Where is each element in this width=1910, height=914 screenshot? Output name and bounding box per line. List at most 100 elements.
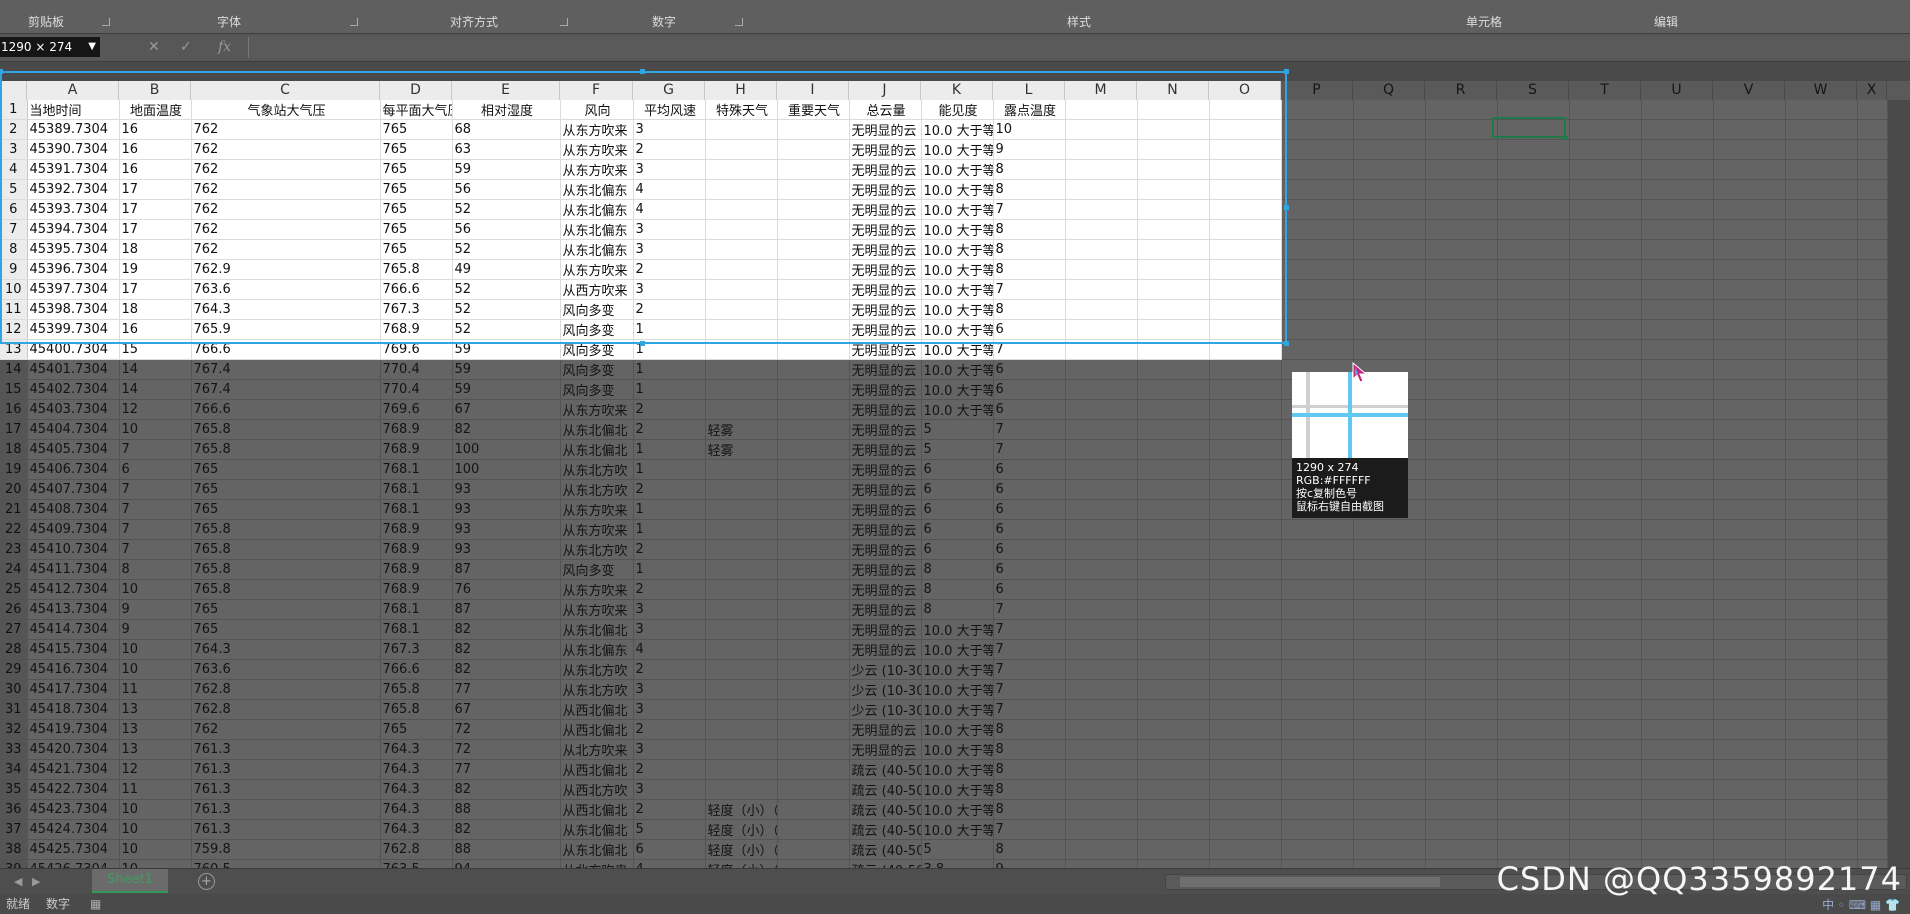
cell[interactable] xyxy=(1137,759,1210,780)
next-sheet-icon[interactable]: ▶ xyxy=(32,875,40,888)
cell[interactable] xyxy=(1281,799,1354,820)
cell[interactable]: 93 xyxy=(452,539,561,560)
cell[interactable]: 从东北方吹 xyxy=(560,679,634,700)
selection-handle[interactable] xyxy=(1284,205,1289,210)
cell[interactable] xyxy=(1497,679,1570,700)
cell[interactable]: 6 xyxy=(993,519,1066,540)
cell[interactable] xyxy=(777,459,850,480)
cell[interactable] xyxy=(1497,759,1570,780)
cell[interactable]: 100 xyxy=(452,459,561,480)
cell[interactable]: 82 xyxy=(452,619,561,640)
cell[interactable]: 无明显的云 xyxy=(849,379,922,400)
cell[interactable]: 18 xyxy=(119,239,192,260)
cell[interactable] xyxy=(1497,139,1570,160)
cell[interactable] xyxy=(1353,179,1426,200)
ribbon-group-alignment[interactable]: 对齐方式 xyxy=(450,13,498,30)
cell[interactable]: 1 xyxy=(633,379,706,400)
cell[interactable] xyxy=(1281,679,1354,700)
cell[interactable]: 762.8 xyxy=(191,699,381,720)
prev-sheet-icon[interactable]: ◀ xyxy=(14,875,22,888)
cell[interactable]: 10.0 大于等 xyxy=(921,159,994,180)
cell[interactable]: 无明显的云 xyxy=(849,639,922,660)
column-title-cell[interactable]: 平均风速 xyxy=(633,100,706,120)
cell[interactable]: 45406.7304 xyxy=(27,459,120,480)
cell[interactable] xyxy=(1209,339,1282,360)
cell[interactable] xyxy=(1713,619,1786,640)
cell[interactable]: 45392.7304 xyxy=(27,179,120,200)
cell[interactable] xyxy=(1353,519,1426,540)
cell[interactable]: 10.0 大于等 xyxy=(921,379,994,400)
column-title-cell[interactable] xyxy=(1065,100,1138,120)
cell[interactable]: 45423.7304 xyxy=(27,799,120,820)
cell[interactable]: 764.3 xyxy=(380,819,453,840)
cell[interactable] xyxy=(777,719,850,740)
cell[interactable] xyxy=(1713,359,1786,380)
column-title-cell[interactable] xyxy=(1641,100,1714,120)
cell[interactable] xyxy=(1209,819,1282,840)
cell[interactable] xyxy=(1641,579,1714,600)
cell[interactable]: 45399.7304 xyxy=(27,319,120,340)
cell[interactable] xyxy=(1209,559,1282,580)
cell[interactable]: 10.0 大于等 xyxy=(921,359,994,380)
cell[interactable] xyxy=(1209,179,1282,200)
cell[interactable]: 10.0 大于等 xyxy=(921,799,994,820)
cell[interactable]: 7 xyxy=(993,659,1066,680)
cell[interactable]: 疏云 (40-50 xyxy=(849,759,922,780)
cell[interactable]: 10.0 大于等 xyxy=(921,399,994,420)
cell[interactable]: 77 xyxy=(452,759,561,780)
cell[interactable]: 8 xyxy=(993,719,1066,740)
cell[interactable] xyxy=(1713,419,1786,440)
cell[interactable] xyxy=(1065,779,1138,800)
cell[interactable] xyxy=(1353,699,1426,720)
row-header[interactable]: 26 xyxy=(0,599,28,620)
cell[interactable]: 无明显的云 xyxy=(849,279,922,300)
cell[interactable] xyxy=(1137,639,1210,660)
cell[interactable]: 8 xyxy=(993,219,1066,240)
cell[interactable] xyxy=(1713,819,1786,840)
cell[interactable] xyxy=(1641,279,1714,300)
cell[interactable]: 762 xyxy=(191,159,381,180)
row-header[interactable]: 37 xyxy=(0,819,28,840)
cell[interactable]: 2 xyxy=(633,759,706,780)
cell[interactable]: 6 xyxy=(921,479,994,500)
cell[interactable]: 从东方吹来 xyxy=(560,579,634,600)
cell[interactable] xyxy=(1713,579,1786,600)
cell[interactable] xyxy=(777,579,850,600)
cell[interactable]: 6 xyxy=(921,539,994,560)
cell[interactable] xyxy=(1209,119,1282,140)
selection-handle[interactable] xyxy=(640,69,645,74)
cell[interactable] xyxy=(705,759,778,780)
cell[interactable] xyxy=(1353,299,1426,320)
cell[interactable]: 17 xyxy=(119,199,192,220)
cell[interactable] xyxy=(777,639,850,660)
cell[interactable]: 7 xyxy=(993,599,1066,620)
cell[interactable] xyxy=(1425,219,1498,240)
cell[interactable]: 从北方吹来 xyxy=(560,739,634,760)
cell[interactable]: 2 xyxy=(633,539,706,560)
cell[interactable] xyxy=(1425,299,1498,320)
name-box[interactable]: 1290 × 274 ▼ xyxy=(0,37,100,57)
cell[interactable]: 无明显的云 xyxy=(849,239,922,260)
cell[interactable] xyxy=(1641,659,1714,680)
cell[interactable]: 45422.7304 xyxy=(27,779,120,800)
cell[interactable] xyxy=(1425,799,1498,820)
cell[interactable] xyxy=(1785,219,1858,240)
cell[interactable]: 15 xyxy=(119,339,192,360)
cell[interactable] xyxy=(1137,199,1210,220)
cell[interactable] xyxy=(1641,259,1714,280)
cell[interactable] xyxy=(1353,679,1426,700)
cell[interactable]: 768.9 xyxy=(380,579,453,600)
cell[interactable] xyxy=(705,779,778,800)
cell[interactable]: 45425.7304 xyxy=(27,839,120,860)
cell[interactable] xyxy=(1857,459,1888,480)
column-title-cell[interactable]: 露点温度 xyxy=(993,100,1066,120)
cell[interactable] xyxy=(1857,639,1888,660)
cell[interactable]: 10.0 大于等 xyxy=(921,319,994,340)
cell[interactable] xyxy=(1281,339,1354,360)
cell[interactable]: 风向多变 xyxy=(560,559,634,580)
row-header[interactable]: 35 xyxy=(0,779,28,800)
cell[interactable]: 无明显的云 xyxy=(849,359,922,380)
cell[interactable]: 45410.7304 xyxy=(27,539,120,560)
cell[interactable]: 无明显的云 xyxy=(849,119,922,140)
cell[interactable]: 9 xyxy=(993,139,1066,160)
